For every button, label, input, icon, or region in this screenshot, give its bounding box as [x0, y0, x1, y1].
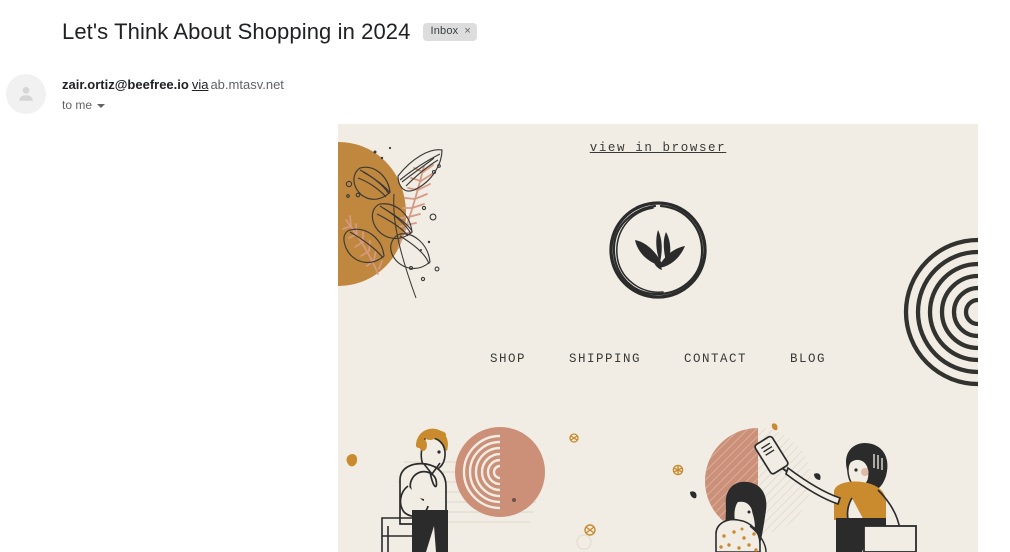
shoppers-illustration [338, 414, 978, 552]
page-title: Let's Think About Shopping in 2024 [62, 19, 411, 44]
newsletter-nav: SHOP SHIPPING CONTACT BLOG [338, 352, 978, 366]
sketched-circle-leaves-logo [606, 198, 710, 302]
chevron-down-icon[interactable] [97, 103, 106, 108]
concentric-rings-illustration [900, 232, 978, 392]
sender-via-label: via [191, 77, 209, 92]
nav-item-contact[interactable]: CONTACT [684, 352, 747, 366]
recipient-label: to me [62, 98, 93, 112]
email-reading-pane: Let's Think About Shopping in 2024 Inbox… [0, 0, 1010, 552]
nav-item-blog[interactable]: BLOG [790, 352, 826, 366]
newsletter-body: view in browser SHOP SHIPPING CONTACT BL… [338, 124, 978, 552]
close-icon[interactable]: × [464, 26, 470, 37]
avatar[interactable] [6, 74, 46, 114]
recipient-toggle[interactable]: to me [62, 97, 284, 113]
status-badge[interactable]: Inbox × [423, 23, 477, 41]
view-in-browser-row: view in browser [338, 138, 978, 156]
nav-item-shipping[interactable]: SHIPPING [569, 352, 641, 366]
nav-item-shop[interactable]: SHOP [490, 352, 526, 366]
person-placeholder-icon [15, 83, 37, 105]
view-in-browser-link[interactable]: view in browser [590, 141, 727, 155]
sender-line: zair.ortiz@beefree.io via ab.mtasv.net [62, 76, 284, 94]
label-chip-label: Inbox [430, 25, 459, 37]
sender-block: zair.ortiz@beefree.io via ab.mtasv.net to … [62, 76, 284, 113]
sender-domain: ab.mtasv.net [210, 77, 284, 92]
sender-email[interactable]: zair.ortiz@beefree.io [62, 77, 189, 92]
subject-row: Let's Think About Shopping in 2024 Inbox… [62, 18, 477, 46]
